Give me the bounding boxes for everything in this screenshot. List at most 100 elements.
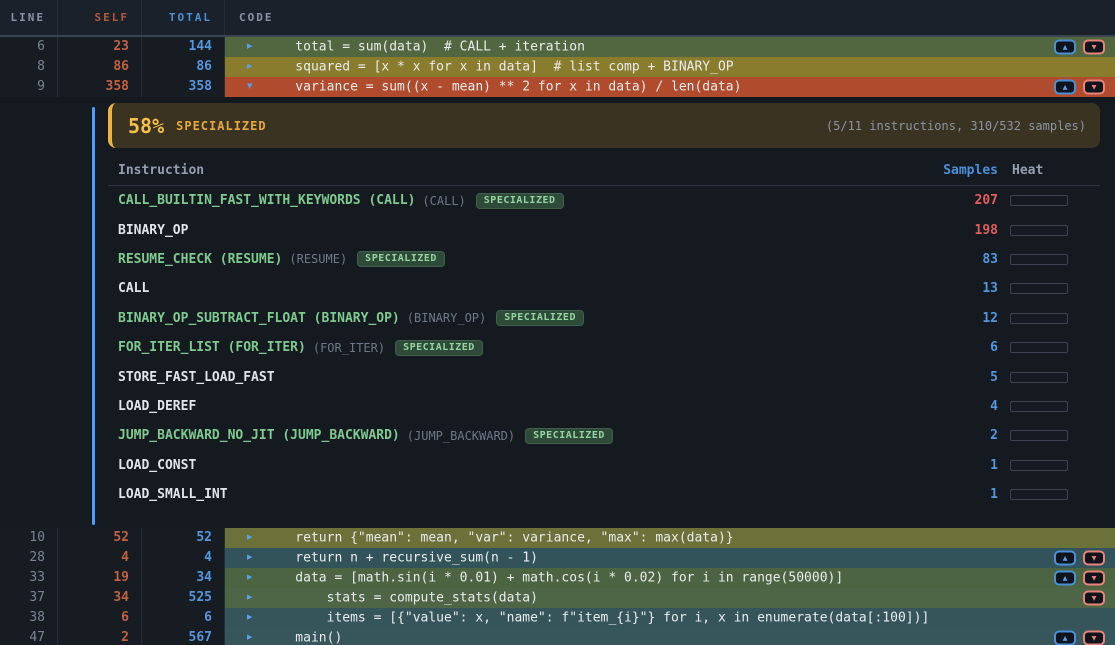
- move-down-button[interactable]: ▼: [1083, 80, 1105, 95]
- instruction-name: CALL: [118, 281, 149, 296]
- total-samples: 52: [142, 528, 225, 548]
- code-cell[interactable]: ▶ main() ▲ ▼: [225, 628, 1115, 645]
- sample-count: 12: [918, 311, 998, 326]
- code-cell[interactable]: ▶ data = [math.sin(i * 0.01) + math.cos(…: [225, 568, 1115, 588]
- collapse-triangle-icon[interactable]: ▼: [247, 83, 252, 92]
- instruction-name: JUMP_BACKWARD_NO_JIT (JUMP_BACKWARD): [118, 428, 400, 443]
- sample-count: 2: [918, 428, 998, 443]
- heat-bar: [1010, 401, 1068, 412]
- specialized-badge: SPECIALIZED: [525, 428, 613, 444]
- specialized-badge: SPECIALIZED: [476, 193, 564, 209]
- instruction-name: FOR_ITER_LIST (FOR_ITER): [118, 340, 306, 355]
- code-cell[interactable]: ▶ total = sum(data) # CALL + iteration ▲…: [225, 37, 1115, 57]
- code-text: stats = compute_stats(data): [264, 591, 538, 606]
- move-up-button[interactable]: ▲: [1054, 80, 1076, 95]
- expand-triangle-icon[interactable]: ▶: [247, 634, 252, 643]
- column-header-heat: Heat: [1010, 163, 1068, 178]
- instruction-name: LOAD_SMALL_INT: [118, 487, 228, 502]
- move-down-button[interactable]: ▼: [1083, 40, 1105, 55]
- specialized-badge: SPECIALIZED: [395, 340, 483, 356]
- heat-bar: [1010, 460, 1068, 471]
- move-down-button[interactable]: ▼: [1083, 551, 1105, 566]
- line-number: 9: [0, 77, 58, 97]
- table-row: 38 6 6 ▶ items = [{"value": x, "name": f…: [0, 608, 1115, 628]
- instruction-name: BINARY_OP: [118, 223, 188, 238]
- move-down-button[interactable]: ▼: [1083, 591, 1105, 606]
- code-text: main(): [264, 631, 342, 645]
- expand-triangle-icon[interactable]: ▶: [247, 63, 252, 72]
- table-row: 8 86 86 ▶ squared = [x * x for x in data…: [0, 57, 1115, 77]
- instruction-row: LOAD_CONST 1: [108, 451, 1100, 480]
- expand-triangle-icon[interactable]: ▶: [247, 614, 252, 623]
- instruction-name: CALL_BUILTIN_FAST_WITH_KEYWORDS (CALL): [118, 193, 415, 208]
- heat-bar: [1010, 225, 1068, 236]
- self-samples: 6: [58, 608, 142, 628]
- expand-triangle-icon[interactable]: ▶: [247, 574, 252, 583]
- self-samples: 19: [58, 568, 142, 588]
- heat-bar: [1010, 313, 1068, 324]
- code-cell[interactable]: ▶ return n + recursive_sum(n - 1) ▲ ▼: [225, 548, 1115, 568]
- expand-triangle-icon[interactable]: ▶: [247, 554, 252, 563]
- code-cell[interactable]: ▶ items = [{"value": x, "name": f"item_{…: [225, 608, 1115, 628]
- table-row-expanded: 9 358 358 ▼ variance = sum((x - mean) **…: [0, 77, 1115, 97]
- specialization-summary-banner: 58% SPECIALIZED (5/11 instructions, 310/…: [108, 103, 1100, 148]
- line-number: 33: [0, 568, 58, 588]
- move-up-button[interactable]: ▲: [1054, 40, 1076, 55]
- code-cell[interactable]: ▶ squared = [x * x for x in data] # list…: [225, 57, 1115, 77]
- sample-count: 207: [918, 193, 998, 208]
- column-header-self: SELF: [58, 0, 142, 35]
- code-text: items = [{"value": x, "name": f"item_{i}…: [264, 611, 929, 626]
- heat-bar: [1010, 489, 1068, 500]
- heat-bar: [1010, 372, 1068, 383]
- move-down-button[interactable]: ▼: [1083, 631, 1105, 645]
- instruction-row: JUMP_BACKWARD_NO_JIT (JUMP_BACKWARD) (JU…: [108, 421, 1100, 450]
- instruction-base-op: (FOR_ITER): [313, 341, 385, 355]
- instruction-row: BINARY_OP_SUBTRACT_FLOAT (BINARY_OP) (BI…: [108, 304, 1100, 333]
- column-header-samples: Samples: [918, 163, 998, 178]
- instruction-row: LOAD_SMALL_INT 1: [108, 480, 1100, 509]
- sample-count: 13: [918, 281, 998, 296]
- table-row: 28 4 4 ▶ return n + recursive_sum(n - 1)…: [0, 548, 1115, 568]
- instruction-detail-panel: 58% SPECIALIZED (5/11 instructions, 310/…: [0, 103, 1115, 528]
- expand-triangle-icon[interactable]: ▶: [247, 594, 252, 603]
- heat-bar: [1010, 430, 1068, 441]
- sample-count: 1: [918, 458, 998, 473]
- instruction-base-op: (CALL): [422, 194, 465, 208]
- instruction-row: BINARY_OP 198: [108, 215, 1100, 244]
- total-samples: 567: [142, 628, 225, 645]
- instruction-base-op: (BINARY_OP): [407, 311, 486, 325]
- line-number: 47: [0, 628, 58, 645]
- self-samples: 23: [58, 37, 142, 57]
- code-cell[interactable]: ▶ return {"mean": mean, "var": variance,…: [225, 528, 1115, 548]
- instruction-row: STORE_FAST_LOAD_FAST 5: [108, 362, 1100, 391]
- line-number: 28: [0, 548, 58, 568]
- specialized-badge: SPECIALIZED: [357, 251, 445, 267]
- instruction-name: LOAD_CONST: [118, 458, 196, 473]
- instruction-row: RESUME_CHECK (RESUME) (RESUME) SPECIALIZ…: [108, 245, 1100, 274]
- total-samples: 34: [142, 568, 225, 588]
- self-samples: 2: [58, 628, 142, 645]
- expand-triangle-icon[interactable]: ▶: [247, 534, 252, 543]
- instruction-base-op: (JUMP_BACKWARD): [407, 429, 515, 443]
- sample-count: 83: [918, 252, 998, 267]
- heat-bar: [1010, 195, 1068, 206]
- code-cell[interactable]: ▶ stats = compute_stats(data) ▼: [225, 588, 1115, 608]
- column-header-code: CODE: [225, 0, 1115, 35]
- move-up-button[interactable]: ▲: [1054, 551, 1076, 566]
- column-header-instruction: Instruction: [118, 163, 918, 178]
- profiler-app: LINE SELF TOTAL CODE 6 23 144 ▶ total = …: [0, 0, 1115, 645]
- total-samples: 144: [142, 37, 225, 57]
- code-cell[interactable]: ▼ variance = sum((x - mean) ** 2 for x i…: [225, 77, 1115, 97]
- move-up-button[interactable]: ▲: [1054, 571, 1076, 586]
- move-up-button[interactable]: ▲: [1054, 631, 1076, 645]
- table-row: 47 2 567 ▶ main() ▲ ▼: [0, 628, 1115, 645]
- expand-triangle-icon[interactable]: ▶: [247, 43, 252, 52]
- specialized-detail: (5/11 instructions, 310/532 samples): [826, 119, 1086, 133]
- instruction-name: BINARY_OP_SUBTRACT_FLOAT (BINARY_OP): [118, 311, 400, 326]
- self-samples: 358: [58, 77, 142, 97]
- sample-count: 5: [918, 370, 998, 385]
- sample-count: 4: [918, 399, 998, 414]
- instruction-name: RESUME_CHECK (RESUME): [118, 252, 282, 267]
- move-down-button[interactable]: ▼: [1083, 571, 1105, 586]
- line-number: 6: [0, 37, 58, 57]
